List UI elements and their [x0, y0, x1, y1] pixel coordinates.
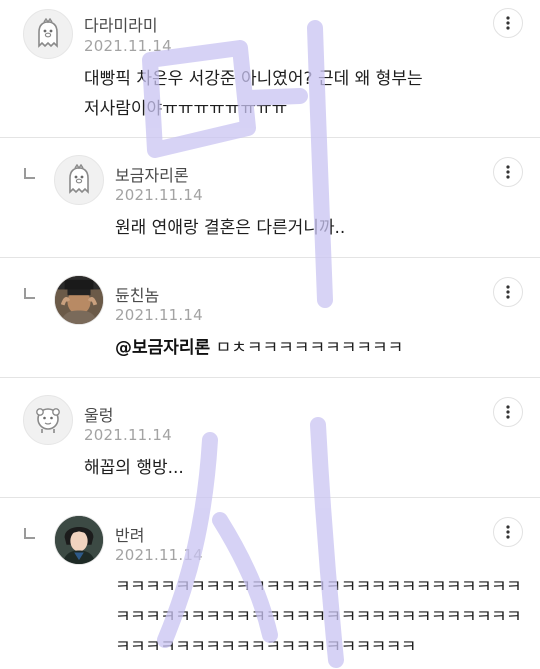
comment-date: 2021.11.14	[115, 306, 203, 324]
more-options-button[interactable]	[493, 517, 523, 547]
reply-corner-icon	[24, 288, 35, 299]
comment-divider	[0, 377, 540, 378]
reply-corner-icon	[24, 168, 35, 179]
comment-nickname[interactable]: 듄친놈	[115, 282, 159, 306]
comment-body: 대빵픽 차은우 서강준 아니였어? 근데 왜 형부는 저사람이야ㅠㅠㅠㅠㅠㅠㅠㅠ	[84, 69, 423, 119]
vertical-dots-icon	[506, 285, 510, 299]
vertical-dots-icon	[506, 165, 510, 179]
comment-divider	[0, 257, 540, 258]
comment-body: 해꼽의 행방...	[84, 458, 184, 478]
mention-link[interactable]: @보금자리론	[115, 338, 210, 358]
comment-nickname[interactable]: 반려	[115, 522, 144, 546]
ghost-mascot-icon[interactable]	[54, 155, 104, 205]
comment-divider	[0, 137, 540, 138]
more-options-button[interactable]	[493, 277, 523, 307]
ghost-mascot-icon[interactable]	[23, 9, 73, 59]
more-options-button[interactable]	[493, 397, 523, 427]
vertical-dots-icon	[506, 16, 510, 30]
comment-nickname[interactable]: 다라미라미	[84, 12, 158, 36]
comment-body: 원래 연애랑 결혼은 다른거니까..	[115, 218, 346, 238]
comment-date: 2021.11.14	[115, 546, 203, 564]
vertical-dots-icon	[506, 525, 510, 539]
comment-date: 2021.11.14	[84, 37, 172, 55]
illustrated-character-avatar[interactable]	[54, 515, 104, 565]
comment-nickname[interactable]: 울렁	[84, 402, 113, 426]
reply-corner-icon	[24, 528, 35, 539]
comment-text: ㅁㅊㅋㅋㅋㅋㅋㅋㅋㅋㅋㅋ	[210, 338, 404, 358]
comment-body: @보금자리론 ㅁㅊㅋㅋㅋㅋㅋㅋㅋㅋㅋㅋ	[115, 333, 495, 363]
comment-divider	[0, 497, 540, 498]
comment-nickname[interactable]: 보금자리론	[115, 162, 189, 186]
more-options-button[interactable]	[493, 157, 523, 187]
comment-date: 2021.11.14	[115, 186, 203, 204]
comment-date: 2021.11.14	[84, 426, 172, 444]
round-mascot-icon[interactable]	[23, 395, 73, 445]
comment-body: ㅋㅋㅋㅋㅋㅋㅋㅋㅋㅋㅋㅋㅋㅋㅋㅋㅋㅋㅋㅋㅋㅋㅋㅋㅋㅋㅋ ㅋㅋㅋㅋㅋㅋㅋㅋㅋㅋㅋㅋ…	[115, 577, 522, 657]
photo-avatar[interactable]	[54, 275, 104, 325]
vertical-dots-icon	[506, 405, 510, 419]
more-options-button[interactable]	[493, 8, 523, 38]
